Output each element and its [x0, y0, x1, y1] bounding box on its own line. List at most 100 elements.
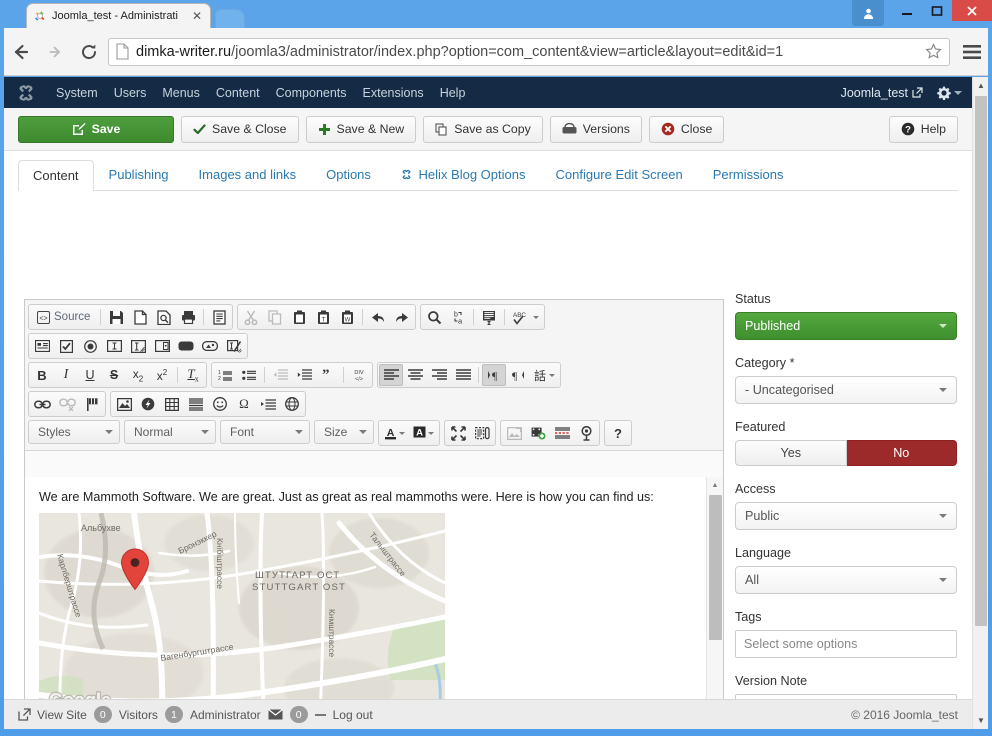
find-icon[interactable] [422, 306, 446, 328]
iframe-globe-icon[interactable] [280, 393, 304, 415]
messages-envelope-icon[interactable] [267, 709, 283, 720]
admin-menu-item-content[interactable]: Content [208, 86, 268, 100]
background-color-icon[interactable]: A [409, 422, 438, 444]
redo-icon[interactable] [390, 306, 414, 328]
link-icon[interactable] [30, 393, 55, 415]
unlink-icon[interactable] [55, 393, 80, 415]
tab-publishing[interactable]: Publishing [94, 159, 184, 190]
special-char-icon[interactable]: Ω [232, 393, 256, 415]
page-scroll-down-arrow[interactable]: ▼ [973, 712, 988, 729]
tab-helix-blog-options[interactable]: Helix Blog Options [386, 159, 541, 190]
save-icon[interactable] [104, 306, 128, 328]
messages-badge[interactable]: 0 [289, 706, 308, 723]
insert-readmore-icon[interactable] [550, 422, 574, 444]
subscript-icon[interactable]: x2 [126, 364, 150, 386]
page-scroll-thumb[interactable] [975, 96, 987, 626]
versions-button[interactable]: Versions [549, 115, 642, 143]
editor-scroll-thumb[interactable] [709, 495, 722, 640]
admin-menu-item-menus[interactable]: Menus [154, 86, 208, 100]
editor-paragraph[interactable]: We are Mammoth Software. We are great. J… [39, 489, 709, 506]
underline-icon[interactable]: U [78, 364, 102, 386]
align-left-icon[interactable] [379, 364, 403, 386]
save-as-copy-button[interactable]: Save as Copy [423, 115, 543, 143]
help-button[interactable]: ? Help [888, 115, 958, 143]
radio-button-icon[interactable] [78, 335, 102, 357]
font-combo[interactable]: Font [220, 420, 310, 444]
address-bar[interactable]: dimka-writer.ru/joomla3/administrator/in… [108, 37, 950, 66]
smiley-icon[interactable] [208, 393, 232, 415]
format-combo[interactable]: Normal [124, 420, 216, 444]
text-direction-ltr-icon[interactable]: ¶ [482, 364, 506, 386]
site-name-link[interactable]: Joomla_test [841, 86, 923, 100]
checkbox-icon[interactable] [54, 335, 78, 357]
italic-icon[interactable]: I [54, 364, 78, 386]
tab-content[interactable]: Content [18, 160, 94, 191]
editor-document-body[interactable]: We are Mammoth Software. We are great. J… [25, 477, 723, 729]
insert-video-icon[interactable] [526, 422, 550, 444]
editor-content-area[interactable]: We are Mammoth Software. We are great. J… [25, 477, 723, 729]
decrease-indent-icon[interactable] [268, 364, 292, 386]
featured-yes-button[interactable]: Yes [735, 440, 847, 466]
superscript-icon[interactable]: x2 [150, 364, 174, 386]
window-minimize-button[interactable] [892, 0, 922, 21]
tab-options[interactable]: Options [311, 159, 386, 190]
flash-icon[interactable] [136, 393, 160, 415]
numbered-list-icon[interactable]: 12 [213, 364, 237, 386]
horizontal-rule-icon[interactable] [184, 393, 208, 415]
save-and-close-button[interactable]: Save & Close [181, 115, 299, 143]
save-and-new-button[interactable]: Save & New [305, 115, 417, 143]
embedded-google-map[interactable]: Альбухве Бронэккер Вагенбургштрассе Кніб… [39, 513, 445, 718]
window-maximize-button[interactable] [922, 0, 952, 21]
insert-image-icon[interactable] [112, 393, 136, 415]
category-select[interactable]: - Uncategorised [735, 376, 957, 404]
templates-icon[interactable] [207, 306, 231, 328]
strikethrough-icon[interactable]: S [102, 364, 126, 386]
print-icon[interactable] [176, 306, 200, 328]
page-scroll-up-arrow[interactable]: ▲ [973, 77, 988, 94]
browser-menu-icon[interactable] [956, 44, 988, 60]
create-div-icon[interactable]: DIV </> [347, 364, 371, 386]
bookmark-star-icon[interactable] [925, 43, 943, 60]
status-select[interactable]: Published [735, 312, 957, 340]
select-field-icon[interactable] [150, 335, 174, 357]
forward-button[interactable] [38, 35, 72, 69]
spellcheck-icon[interactable]: ABC [508, 306, 543, 328]
bold-icon[interactable]: B [30, 364, 54, 386]
reload-button[interactable] [72, 35, 106, 69]
image-button-icon[interactable] [198, 335, 222, 357]
copy-icon[interactable] [263, 306, 287, 328]
bulleted-list-icon[interactable] [237, 364, 261, 386]
cut-icon[interactable] [239, 306, 263, 328]
back-button[interactable] [4, 35, 38, 69]
tab-close-icon[interactable]: ✕ [190, 10, 204, 22]
tab-configure-edit-screen[interactable]: Configure Edit Screen [541, 159, 698, 190]
featured-no-button[interactable]: No [846, 440, 957, 466]
justify-icon[interactable] [451, 364, 475, 386]
admin-menu-item-system[interactable]: System [48, 86, 106, 100]
replace-icon[interactable]: ba [446, 306, 470, 328]
browser-tab-active[interactable]: Joomla_test - Administrati ✕ [26, 3, 211, 28]
tags-input[interactable]: Select some options [735, 630, 957, 658]
maximize-icon[interactable] [446, 422, 470, 444]
save-button[interactable]: Save [18, 115, 174, 143]
joomla-logo-icon[interactable] [4, 84, 48, 102]
insert-marker-icon[interactable] [574, 422, 598, 444]
size-combo[interactable]: Size [314, 420, 374, 444]
source-button[interactable]: <> Source [30, 306, 97, 328]
administrator-badge[interactable]: 1 [164, 706, 183, 723]
admin-settings-gear[interactable] [929, 86, 962, 100]
language-select[interactable]: All [735, 566, 957, 594]
text-direction-rtl-icon[interactable]: ¶ [506, 364, 530, 386]
tab-images-and-links[interactable]: Images and links [184, 159, 312, 190]
tab-permissions[interactable]: Permissions [698, 159, 799, 190]
new-tab-button[interactable] [215, 9, 245, 28]
editor-scroll-up-arrow[interactable]: ▲ [707, 477, 723, 493]
close-button[interactable]: Close [648, 115, 725, 143]
preview-icon[interactable] [152, 306, 176, 328]
admin-menu-item-extensions[interactable]: Extensions [355, 86, 432, 100]
window-close-button[interactable] [952, 0, 992, 21]
undo-icon[interactable] [366, 306, 390, 328]
align-right-icon[interactable] [427, 364, 451, 386]
visitors-badge[interactable]: 0 [93, 706, 112, 723]
paste-word-icon[interactable]: W [335, 306, 359, 328]
